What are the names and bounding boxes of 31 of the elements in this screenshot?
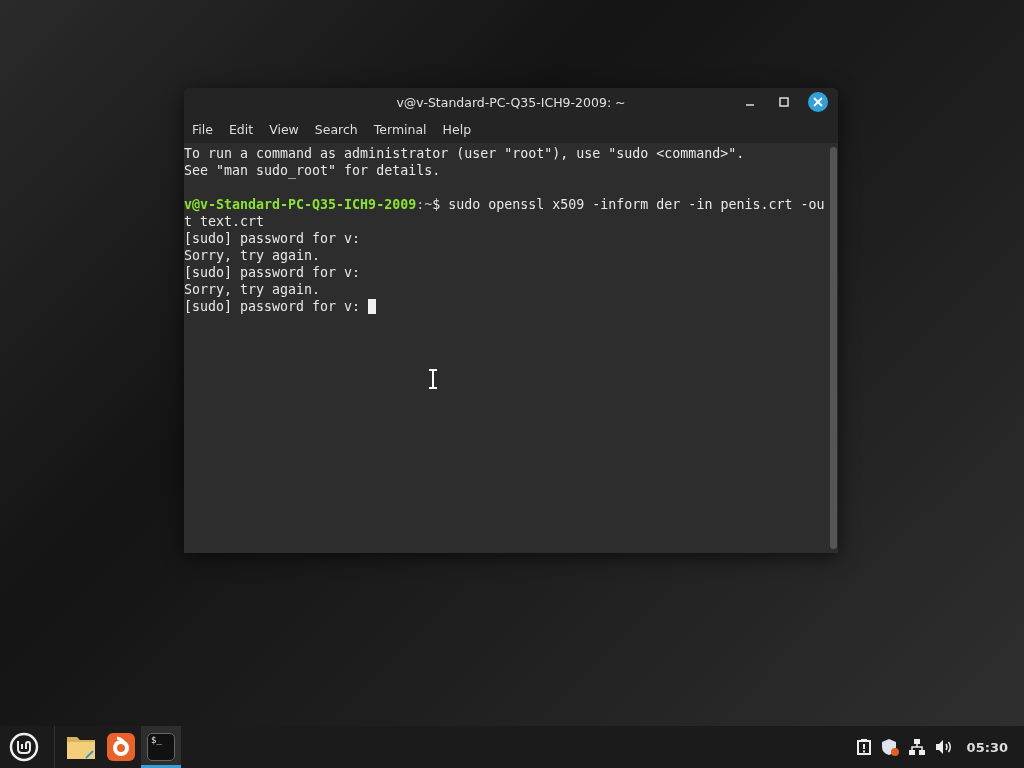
taskbar-launcher[interactable]: $_ <box>141 726 181 768</box>
clock[interactable]: 05:30 <box>966 739 1008 755</box>
maximize-icon <box>779 97 789 107</box>
volume-icon[interactable] <box>934 739 953 755</box>
scrollbar[interactable] <box>830 147 837 549</box>
terminal-output-line: [sudo] password for v: <box>184 230 362 247</box>
terminal-command-line: v@v-Standard-PC-Q35-ICH9-2009:~$ sudo openssl x509 -inform der -in penis.crt -out text.crt <box>184 196 826 230</box>
network-icon[interactable] <box>908 739 925 755</box>
menu-item[interactable]: Search <box>308 119 364 140</box>
browser-icon <box>107 733 135 761</box>
menu-item[interactable]: Terminal <box>367 119 433 140</box>
menu-item[interactable]: View <box>263 119 305 140</box>
window-title: v@v-Standard-PC-Q35-ICH9-2009: ~ <box>396 94 626 110</box>
close-button[interactable] <box>808 92 828 112</box>
terminal-output-line: Sorry, try again. <box>184 281 322 298</box>
terminal-output-line: [sudo] password for v: <box>184 298 830 315</box>
menu-item[interactable]: File <box>186 119 219 140</box>
text-cursor-icon <box>428 369 438 389</box>
folder-icon <box>66 734 96 760</box>
terminal-output-line: [sudo] password for v: <box>184 264 362 281</box>
shield-icon[interactable] <box>880 738 899 756</box>
terminal-icon: $_ <box>147 733 175 761</box>
menu-item[interactable]: Edit <box>222 119 260 140</box>
terminal-output-line: See "man sudo_root" for details. <box>184 162 442 179</box>
terminal-output-line: To run a command as administrator (user "root"), use "sudo <command>". <box>184 145 746 162</box>
close-icon <box>813 97 823 107</box>
mint-logo-icon <box>9 732 39 762</box>
minimize-icon <box>745 104 755 106</box>
menu-item[interactable]: Help <box>436 119 478 140</box>
clipboard-icon[interactable] <box>856 739 871 755</box>
terminal-output-line: Sorry, try again. <box>184 247 322 264</box>
